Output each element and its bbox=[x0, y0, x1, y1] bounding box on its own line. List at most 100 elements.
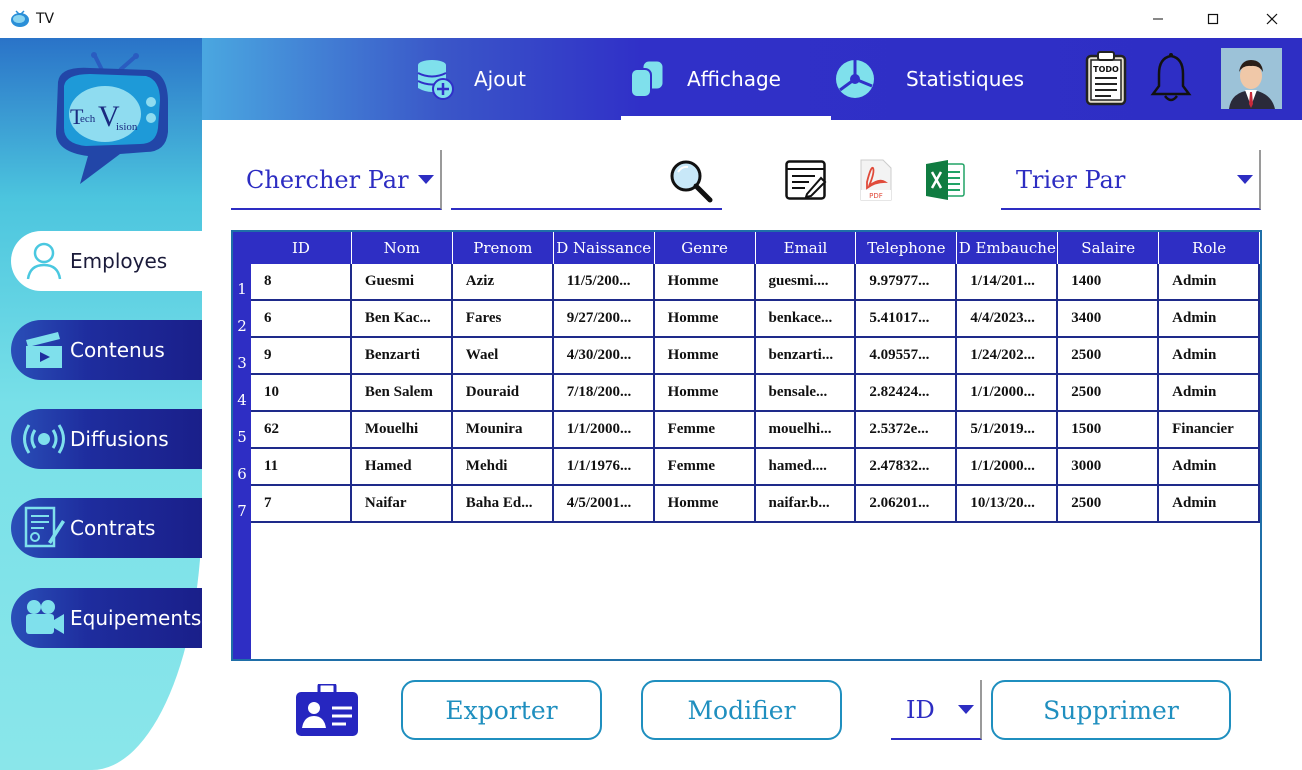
column-header[interactable]: Genre bbox=[655, 232, 756, 264]
table-cell[interactable]: 11 bbox=[250, 449, 352, 486]
search-by-dropdown[interactable]: Chercher Par bbox=[231, 150, 442, 210]
table-cell[interactable]: 1/24/202... bbox=[957, 338, 1059, 375]
table-cell[interactable]: Femme bbox=[654, 412, 756, 449]
table-cell[interactable]: mouelhi... bbox=[755, 412, 857, 449]
table-cell[interactable]: benzarti... bbox=[755, 338, 857, 375]
bell-icon[interactable] bbox=[1149, 52, 1193, 104]
table-cell[interactable]: 4/4/2023... bbox=[957, 301, 1059, 338]
tab-ajout[interactable]: Ajout bbox=[416, 38, 596, 120]
table-cell[interactable]: 1/14/201... bbox=[957, 264, 1059, 301]
table-cell[interactable]: 3000 bbox=[1058, 449, 1160, 486]
sidebar-item-equipements[interactable]: Equipements bbox=[11, 588, 202, 648]
table-cell[interactable]: 3400 bbox=[1058, 301, 1160, 338]
tab-affichage[interactable]: Affichage bbox=[621, 38, 831, 120]
table-cell[interactable]: 2500 bbox=[1058, 338, 1160, 375]
table-cell[interactable]: Mouelhi bbox=[351, 412, 453, 449]
table-cell[interactable]: 1/1/2000... bbox=[957, 449, 1059, 486]
delete-button[interactable]: Supprimer bbox=[991, 680, 1231, 740]
row-number[interactable]: 1 bbox=[233, 264, 251, 301]
table-cell[interactable]: Ben Salem bbox=[351, 375, 453, 412]
table-cell[interactable]: 6 bbox=[250, 301, 352, 338]
table-row[interactable]: 6 11 Hamed Mehdi 1/1/1976... Femme hamed.... 2.… bbox=[233, 449, 1261, 486]
sort-by-dropdown[interactable]: Trier Par bbox=[1001, 150, 1261, 210]
table-cell[interactable]: 5.41017... bbox=[856, 301, 958, 338]
table-cell[interactable]: 9/27/200... bbox=[553, 301, 655, 338]
table-cell[interactable]: Admin bbox=[1159, 264, 1261, 301]
column-header[interactable]: D Naissance bbox=[554, 232, 655, 264]
table-cell[interactable]: Mehdi bbox=[452, 449, 554, 486]
row-number[interactable]: 5 bbox=[233, 412, 251, 449]
table-cell[interactable]: 8 bbox=[250, 264, 352, 301]
table-cell[interactable]: 9.97977... bbox=[856, 264, 958, 301]
table-cell[interactable]: 1/1/1976... bbox=[553, 449, 655, 486]
table-cell[interactable]: Admin bbox=[1159, 338, 1261, 375]
table-cell[interactable]: Aziz bbox=[452, 264, 554, 301]
table-cell[interactable]: Ben Kac... bbox=[351, 301, 453, 338]
table-cell[interactable]: Admin bbox=[1159, 449, 1261, 486]
table-cell[interactable]: 11/5/200... bbox=[553, 264, 655, 301]
table-cell[interactable]: 2.47832... bbox=[856, 449, 958, 486]
table-cell[interactable]: 4.09557... bbox=[856, 338, 958, 375]
table-cell[interactable]: 2500 bbox=[1058, 375, 1160, 412]
excel-icon[interactable] bbox=[924, 160, 966, 200]
table-cell[interactable]: benkace... bbox=[755, 301, 857, 338]
column-header[interactable]: Email bbox=[756, 232, 857, 264]
table-cell[interactable]: Baha Ed... bbox=[452, 486, 554, 523]
table-cell[interactable]: 2.5372e... bbox=[856, 412, 958, 449]
table-row[interactable]: 7 7 Naifar Baha Ed... 4/5/2001... Homme naifar… bbox=[233, 486, 1261, 523]
table-cell[interactable]: 5/1/2019... bbox=[957, 412, 1059, 449]
table-cell[interactable]: Fares bbox=[452, 301, 554, 338]
maximize-button[interactable] bbox=[1190, 6, 1236, 32]
id-card-icon[interactable] bbox=[296, 684, 358, 736]
table-cell[interactable]: 1400 bbox=[1058, 264, 1160, 301]
table-cell[interactable]: Homme bbox=[654, 486, 756, 523]
table-cell[interactable]: Wael bbox=[452, 338, 554, 375]
table-cell[interactable]: 1/1/2000... bbox=[553, 412, 655, 449]
column-header[interactable]: Prenom bbox=[453, 232, 554, 264]
table-cell[interactable]: 62 bbox=[250, 412, 352, 449]
minimize-button[interactable] bbox=[1135, 6, 1181, 32]
table-row[interactable]: 2 6 Ben Kac... Fares 9/27/200... Homme benkace… bbox=[233, 301, 1261, 338]
table-cell[interactable]: 7 bbox=[250, 486, 352, 523]
table-cell[interactable]: 4/5/2001... bbox=[553, 486, 655, 523]
sidebar-item-contrats[interactable]: Contrats bbox=[11, 498, 202, 558]
table-cell[interactable]: 10/13/20... bbox=[957, 486, 1059, 523]
row-number[interactable]: 4 bbox=[233, 375, 251, 412]
modify-button[interactable]: Modifier bbox=[641, 680, 842, 740]
table-cell[interactable]: 7/18/200... bbox=[553, 375, 655, 412]
edit-document-icon[interactable] bbox=[785, 160, 827, 200]
table-cell[interactable]: 1500 bbox=[1058, 412, 1160, 449]
table-cell[interactable]: naifar.b... bbox=[755, 486, 857, 523]
table-cell[interactable]: Homme bbox=[654, 264, 756, 301]
table-row[interactable]: 5 62 Mouelhi Mounira 1/1/2000... Femme mouelhi… bbox=[233, 412, 1261, 449]
row-number[interactable]: 3 bbox=[233, 338, 251, 375]
row-number[interactable]: 6 bbox=[233, 449, 251, 486]
row-number[interactable]: 7 bbox=[233, 486, 251, 523]
table-cell[interactable]: Hamed bbox=[351, 449, 453, 486]
table-cell[interactable]: Femme bbox=[654, 449, 756, 486]
table-cell[interactable]: 4/30/200... bbox=[553, 338, 655, 375]
table-cell[interactable]: Naifar bbox=[351, 486, 453, 523]
avatar[interactable] bbox=[1221, 48, 1282, 109]
column-header[interactable]: Telephone bbox=[856, 232, 958, 264]
id-select-dropdown[interactable]: ID bbox=[891, 680, 982, 740]
table-row[interactable]: 1 8 Guesmi Aziz 11/5/200... Homme guesmi.... 9.… bbox=[233, 264, 1261, 301]
table-row[interactable]: 4 10 Ben Salem Douraid 7/18/200... Homme bensa… bbox=[233, 375, 1261, 412]
table-cell[interactable]: 9 bbox=[250, 338, 352, 375]
todo-clipboard-icon[interactable]: TODO bbox=[1085, 50, 1127, 106]
table-cell[interactable]: Homme bbox=[654, 301, 756, 338]
row-number[interactable]: 2 bbox=[233, 301, 251, 338]
column-header[interactable]: D Embauche bbox=[957, 232, 1059, 264]
table-cell[interactable]: 2500 bbox=[1058, 486, 1160, 523]
table-cell[interactable]: Guesmi bbox=[351, 264, 453, 301]
table-cell[interactable]: 2.82424... bbox=[856, 375, 958, 412]
table-cell[interactable]: 2.06201... bbox=[856, 486, 958, 523]
table-cell[interactable]: Admin bbox=[1159, 375, 1261, 412]
table-cell[interactable]: Admin bbox=[1159, 486, 1261, 523]
table-cell[interactable]: bensale... bbox=[755, 375, 857, 412]
table-cell[interactable]: Homme bbox=[654, 338, 756, 375]
column-header[interactable]: Nom bbox=[352, 232, 453, 264]
table-cell[interactable]: guesmi.... bbox=[755, 264, 857, 301]
table-cell[interactable]: Benzarti bbox=[351, 338, 453, 375]
table-cell[interactable]: 1/1/2000... bbox=[957, 375, 1059, 412]
